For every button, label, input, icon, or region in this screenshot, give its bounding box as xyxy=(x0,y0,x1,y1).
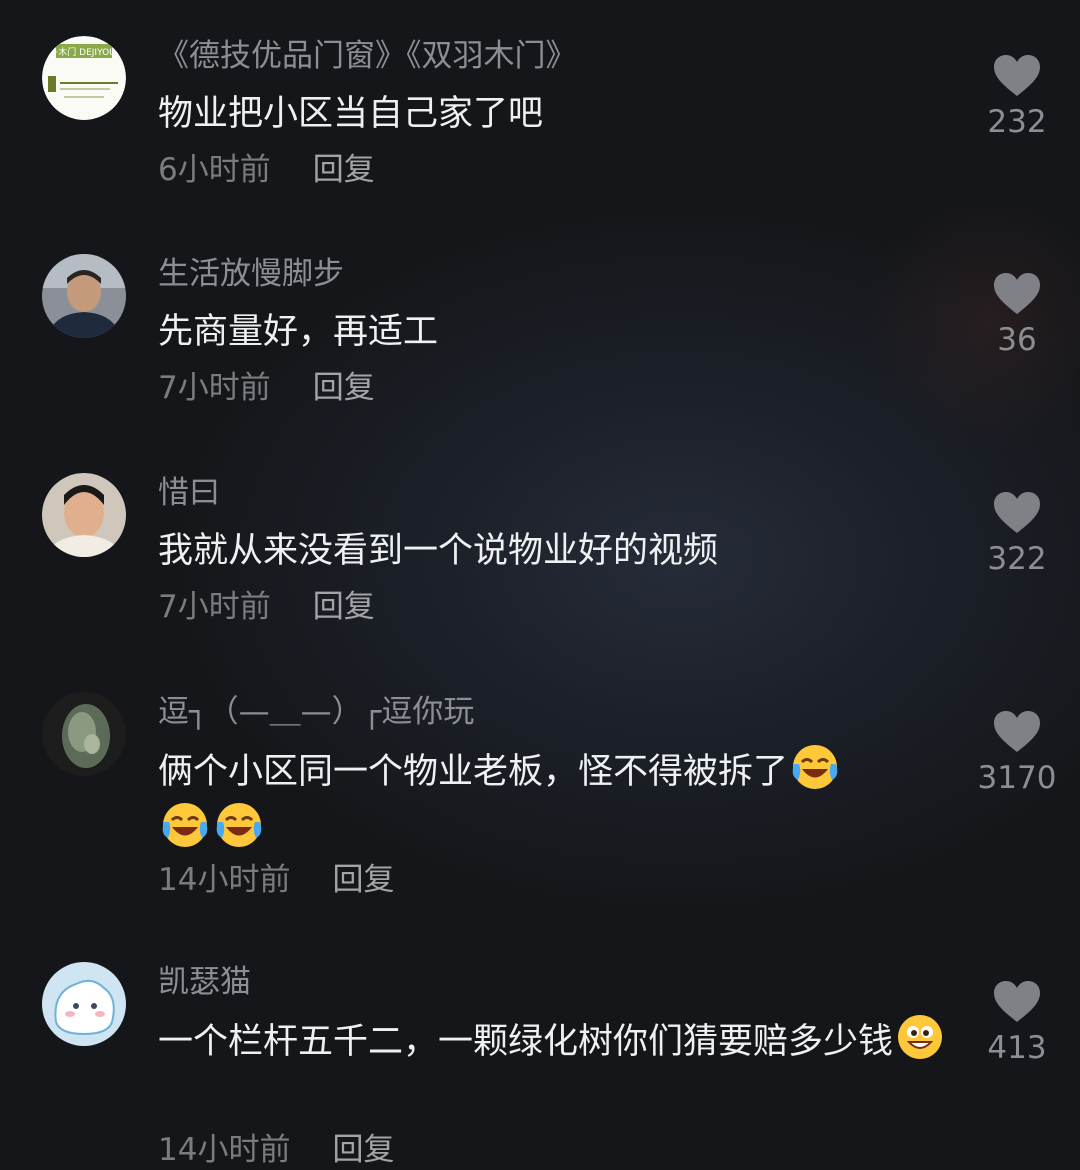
comment-time: 7小时前 xyxy=(158,370,271,406)
comment-username[interactable]: 凯瑟猫 xyxy=(158,962,251,1002)
like-count: 322 xyxy=(987,541,1047,577)
heart-icon[interactable] xyxy=(993,980,1041,1024)
comment-time: 14小时前 xyxy=(158,1132,291,1168)
comment-text: 一个栏杆五千二，一颗绿化树你们猜要赔多少钱 xyxy=(158,1012,948,1070)
reply-button[interactable]: 回复 xyxy=(313,370,375,406)
like-button[interactable]: 322 xyxy=(975,491,1059,577)
comment-time: 7小时前 xyxy=(158,589,271,625)
heart-icon[interactable] xyxy=(993,491,1041,535)
like-count: 413 xyxy=(987,1030,1047,1066)
reply-button[interactable]: 回复 xyxy=(313,589,375,625)
comment-meta: 7小时前 回复 xyxy=(158,368,375,408)
comment-username[interactable]: 惜曰 xyxy=(158,473,220,513)
comment-text: 物业把小区当自己家了吧 xyxy=(158,94,544,134)
laughing-crying-emoji xyxy=(216,803,262,847)
laughing-crying-emoji xyxy=(792,745,838,789)
comment-meta: 14小时前 回复 xyxy=(158,860,394,900)
avatar[interactable] xyxy=(42,254,126,338)
avatar[interactable] xyxy=(42,962,126,1046)
like-count: 3170 xyxy=(977,760,1057,796)
avatar[interactable] xyxy=(42,692,126,776)
reply-button[interactable]: 回复 xyxy=(313,152,375,188)
like-count: 232 xyxy=(987,104,1047,140)
comment-text: 我就从来没看到一个说物业好的视频 xyxy=(158,531,719,571)
comment-time: 14小时前 xyxy=(158,862,291,898)
comment-username[interactable]: 《德技优品门窗》《双羽木门》 xyxy=(158,36,577,76)
comment-text: 俩个小区同一个物业老板，怪不得被拆了 xyxy=(158,742,948,858)
comment-username[interactable]: 逗┐（—＿—）┌逗你玩 xyxy=(158,692,474,732)
like-button[interactable]: 232 xyxy=(975,54,1059,140)
comment-meta: 14小时前 回复 xyxy=(158,1130,394,1170)
heart-icon[interactable] xyxy=(993,272,1041,316)
heart-icon[interactable] xyxy=(993,710,1041,754)
heart-icon[interactable] xyxy=(993,54,1041,98)
comment-meta: 6小时前 回复 xyxy=(158,150,375,190)
comment-text: 先商量好，再适工 xyxy=(158,312,439,352)
like-count: 36 xyxy=(997,322,1037,358)
avatar-logo-text: 双羽·木门 DEJIYOUPIN xyxy=(42,46,126,58)
comment-meta: 7小时前 回复 xyxy=(158,587,375,627)
like-button[interactable]: 36 xyxy=(975,272,1059,358)
like-button[interactable]: 3170 xyxy=(975,710,1059,796)
like-button[interactable]: 413 xyxy=(975,980,1059,1066)
comment-username[interactable]: 生活放慢脚步 xyxy=(158,254,344,294)
grinning-emoji xyxy=(898,1015,943,1059)
reply-button[interactable]: 回复 xyxy=(332,862,394,898)
avatar[interactable]: 双羽·木门 DEJIYOUPIN xyxy=(42,36,126,120)
reply-button[interactable]: 回复 xyxy=(332,1132,394,1168)
emoji-slot xyxy=(893,1015,947,1062)
avatar[interactable] xyxy=(42,473,126,557)
comment-time: 6小时前 xyxy=(158,152,271,188)
laughing-crying-emoji xyxy=(162,803,208,847)
